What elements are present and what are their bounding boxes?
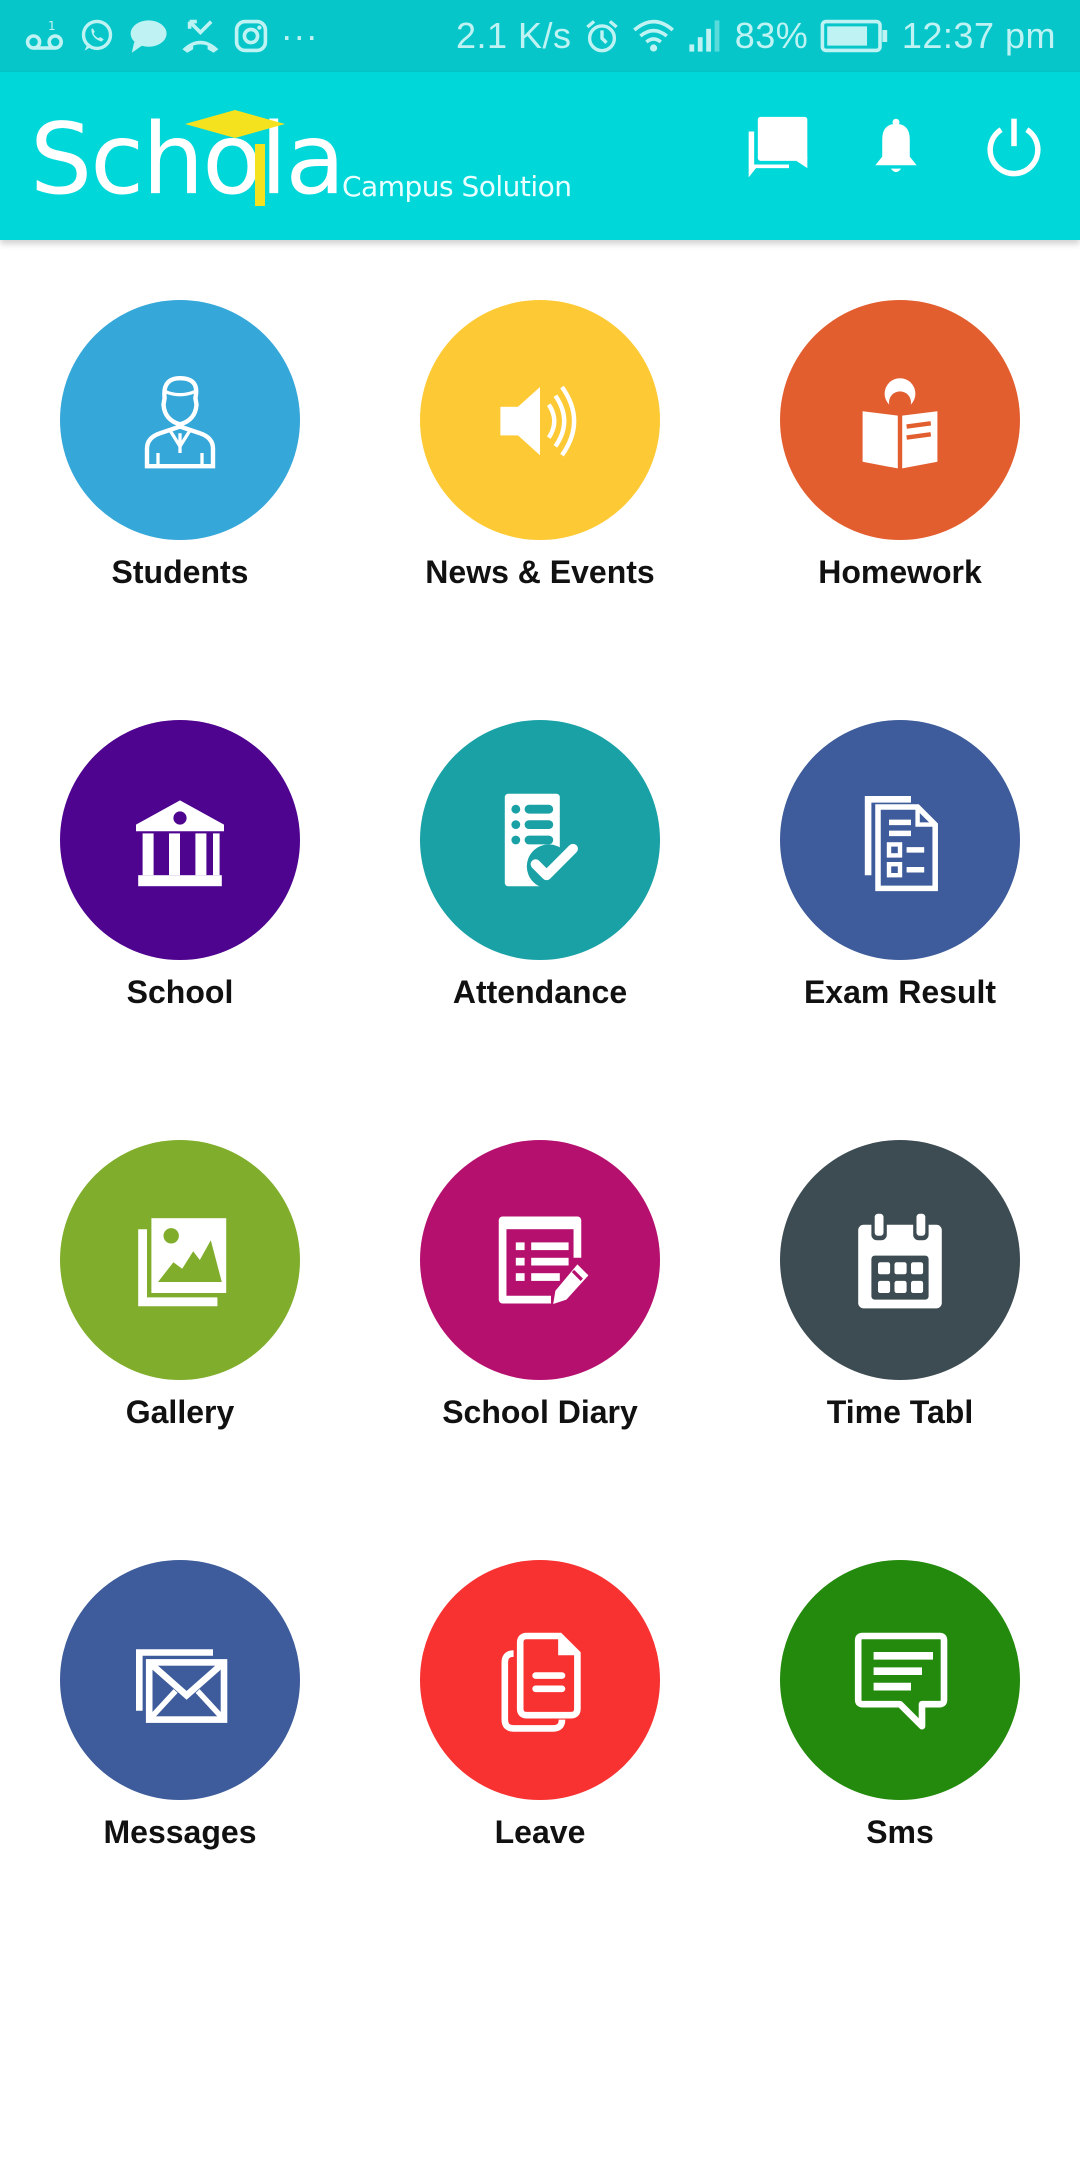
whatsapp-icon — [79, 16, 115, 56]
tile-school[interactable]: School — [0, 660, 360, 1080]
tile-circle[interactable] — [780, 300, 1020, 540]
documents-icon — [501, 1632, 581, 1732]
battery-icon — [820, 16, 890, 56]
graduation-cap-icon — [185, 110, 285, 206]
missed-call-icon — [180, 16, 221, 56]
clock: 12:37 pm — [901, 15, 1056, 56]
chat-bubbles-icon — [748, 116, 808, 178]
school-building-icon — [136, 800, 224, 887]
tile-label: Messages — [103, 1814, 257, 1850]
more-notifications-indicator: ··· — [280, 15, 319, 56]
tile-leave[interactable]: Leave — [360, 1500, 720, 1920]
tile-circle[interactable] — [60, 300, 300, 540]
reading-book-icon — [862, 378, 938, 469]
tile-messages[interactable]: Messages — [0, 1500, 360, 1920]
gallery-icon — [138, 1218, 227, 1307]
tile-label: News & Events — [425, 554, 655, 590]
svg-text:1: 1 — [48, 19, 56, 33]
student-icon — [144, 375, 216, 469]
tile-circle[interactable] — [420, 720, 660, 960]
tile-circle[interactable] — [780, 1560, 1020, 1800]
sms-bubble-icon — [854, 1632, 948, 1730]
voicemail-icon: 1 — [24, 16, 67, 56]
feature-grid: Students News & Events Homework School A… — [0, 240, 1080, 1920]
checklist-icon — [504, 793, 578, 889]
logo-tagline: Campus Solution — [342, 170, 572, 203]
tile-school-diary[interactable]: School Diary — [360, 1080, 720, 1500]
tile-gallery[interactable]: Gallery — [0, 1080, 360, 1500]
tile-circle[interactable] — [60, 720, 300, 960]
bell-icon — [875, 118, 917, 173]
tile-homework[interactable]: Homework — [720, 240, 1080, 660]
alarm-icon — [584, 16, 620, 56]
tile-label: Gallery — [125, 1394, 235, 1430]
notification-icons: 1 ··· — [24, 15, 318, 57]
notifications-button[interactable] — [860, 112, 932, 184]
diary-edit-icon — [498, 1216, 589, 1304]
network-speed: 2.1 K/s — [455, 15, 572, 56]
instagram-icon — [233, 16, 269, 56]
battery-percent: 83% — [734, 15, 809, 56]
app-logo: Schola Campus Solution — [30, 100, 590, 220]
tile-label: Homework — [818, 554, 982, 590]
exam-document-icon — [864, 796, 938, 892]
app-header: Schola Campus Solution — [0, 72, 1080, 240]
tile-circle[interactable] — [420, 1560, 660, 1800]
tile-label: School Diary — [442, 1394, 638, 1430]
calendar-icon — [858, 1211, 942, 1309]
tile-exam-result[interactable]: Exam Result — [720, 660, 1080, 1080]
tile-circle[interactable] — [780, 720, 1020, 960]
tile-label: Sms — [866, 1814, 934, 1850]
chat-button[interactable] — [742, 112, 814, 184]
tile-sms[interactable]: Sms — [720, 1500, 1080, 1920]
tile-news-events[interactable]: News & Events — [360, 240, 720, 660]
tile-circle[interactable] — [60, 1560, 300, 1800]
tile-circle[interactable] — [420, 1140, 660, 1380]
tile-label: Attendance — [452, 974, 628, 1010]
tile-circle[interactable] — [780, 1140, 1020, 1380]
tile-label: Students — [111, 554, 249, 590]
tile-label: School — [126, 974, 234, 1010]
system-status: 2.1 K/s 83% 12:37 pm — [456, 15, 1056, 57]
tile-circle[interactable] — [60, 1140, 300, 1380]
tile-label: Leave — [494, 1814, 586, 1850]
envelope-icon — [136, 1649, 228, 1723]
wifi-icon — [632, 16, 675, 56]
tile-label: Time Tabl — [826, 1394, 974, 1430]
header-actions — [742, 112, 1050, 184]
tile-label: Exam Result — [803, 974, 997, 1010]
power-icon — [987, 118, 1041, 177]
speaker-icon — [500, 385, 577, 457]
tile-circle[interactable] — [420, 300, 660, 540]
tile-attendance[interactable]: Attendance — [360, 660, 720, 1080]
message-bubble-icon — [127, 16, 168, 56]
logout-button[interactable] — [978, 112, 1050, 184]
tile-students[interactable]: Students — [0, 240, 360, 660]
tile-time-table[interactable]: Time Tabl — [720, 1080, 1080, 1500]
status-bar: 1 ··· 2.1 K/s 83% 12:37 pm — [0, 0, 1080, 72]
signal-icon — [687, 16, 723, 56]
